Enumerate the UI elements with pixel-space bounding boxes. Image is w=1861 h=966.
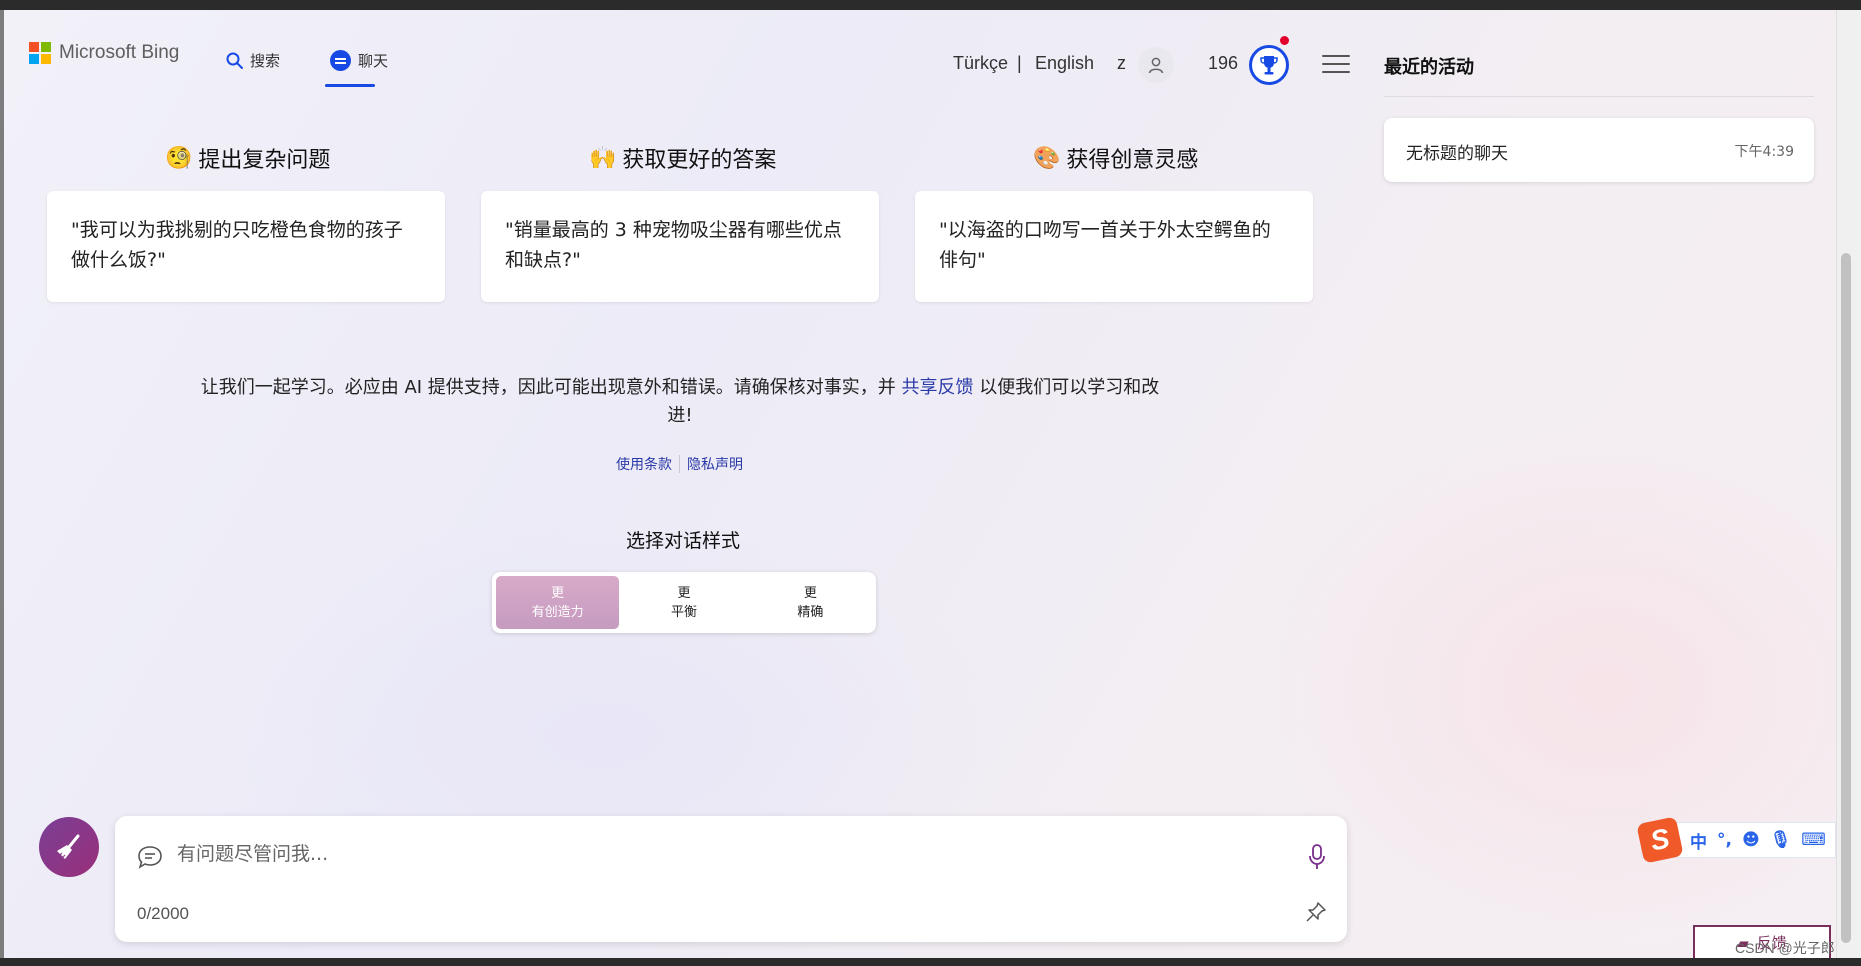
avatar[interactable] xyxy=(1138,47,1174,83)
rewards-button[interactable] xyxy=(1249,45,1289,85)
feature-title-complex: 🧐 提出复杂问题 xyxy=(165,142,330,174)
search-icon xyxy=(226,52,243,69)
chat-input[interactable] xyxy=(177,834,1267,874)
keyboard-icon[interactable]: ⌨ xyxy=(1801,830,1826,850)
trophy-icon xyxy=(1260,56,1278,75)
feature-title-text: 获取更好的答案 xyxy=(622,148,777,173)
user-icon xyxy=(1148,57,1164,74)
chat-composer: 0/2000 xyxy=(115,816,1347,942)
feature-title-text: 提出复杂问题 xyxy=(198,148,331,173)
new-topic-button[interactable] xyxy=(39,817,99,877)
chat-bubble-icon xyxy=(138,846,162,869)
ime-chinese-mode[interactable]: 中 xyxy=(1690,828,1707,853)
example-prompt-card[interactable]: "以海盗的口吻写一首关于外太空鳄鱼的俳句" xyxy=(915,191,1313,302)
privacy-statement-link[interactable]: 隐私声明 xyxy=(687,454,743,474)
share-feedback-link[interactable]: 共享反馈 xyxy=(902,377,974,398)
logo-text: Microsoft Bing xyxy=(59,42,180,63)
divider xyxy=(679,455,680,473)
microsoft-logo-icon xyxy=(29,42,51,64)
feature-title-creative: 🎨 获得创意灵感 xyxy=(1033,142,1198,174)
lang-turkish-link[interactable]: Türkçe xyxy=(953,53,1008,74)
notification-dot xyxy=(1280,36,1289,45)
lang-english-link[interactable]: English xyxy=(1035,53,1094,74)
recent-chat-time: 下午4:39 xyxy=(1734,144,1794,160)
window-bottom-strip xyxy=(0,958,1861,966)
tone-selector: 更 有创造力 更 平衡 更 精确 xyxy=(492,572,876,633)
example-prompt-card[interactable]: "销量最高的 3 种宠物吸尘器有哪些优点和缺点?" xyxy=(481,191,879,302)
scrollbar-thumb[interactable] xyxy=(1841,253,1851,943)
nav-chat-label: 聊天 xyxy=(358,52,389,70)
user-initial[interactable]: z xyxy=(1117,53,1126,74)
tone-balanced-button[interactable]: 更 平衡 xyxy=(622,576,745,629)
recent-activity-title: 最近的活动 xyxy=(1384,57,1474,78)
disclaimer-text: 让我们一起学习。必应由 AI 提供支持，因此可能出现意外和错误。请确保核对事实，… xyxy=(200,377,1160,426)
tone-selector-title: 选择对话样式 xyxy=(626,530,741,552)
legal-links: 使用条款 隐私声明 xyxy=(616,454,743,474)
nav-chat[interactable]: 聊天 xyxy=(330,50,388,71)
example-prompt-card[interactable]: "我可以为我挑剔的只吃橙色食物的孩子做什么饭?" xyxy=(47,191,445,302)
nav-active-indicator xyxy=(325,84,375,87)
recent-chat-item[interactable]: 无标题的聊天 下午4:39 xyxy=(1384,118,1814,182)
voice-icon[interactable]: 🎙 xyxy=(1770,830,1792,850)
tone-creative-button[interactable]: 更 有创造力 xyxy=(496,576,620,629)
broom-icon xyxy=(57,834,80,859)
rewards-points[interactable]: 196 xyxy=(1208,53,1238,74)
nav-search[interactable]: 搜索 xyxy=(226,50,280,71)
feature-title-text: 获得创意灵感 xyxy=(1066,148,1199,173)
window-top-strip xyxy=(0,0,1861,10)
raising-hands-icon: 🙌 xyxy=(589,145,617,171)
hamburger-menu-icon[interactable] xyxy=(1322,55,1350,75)
microphone-icon[interactable] xyxy=(1307,843,1327,871)
palette-icon: 🎨 xyxy=(1033,145,1061,171)
nav-search-label: 搜索 xyxy=(250,52,281,70)
ime-punctuation[interactable]: °, xyxy=(1717,830,1732,850)
bing-logo[interactable]: Microsoft Bing xyxy=(29,42,179,64)
divider xyxy=(1384,96,1814,97)
tone-precise-button[interactable]: 更 精确 xyxy=(749,576,872,629)
terms-of-use-link[interactable]: 使用条款 xyxy=(616,454,672,474)
sogou-ime-logo-icon[interactable]: S xyxy=(1636,816,1684,864)
feature-title-answers: 🙌 获取更好的答案 xyxy=(589,142,776,174)
pin-icon[interactable] xyxy=(1305,901,1327,923)
chat-icon xyxy=(330,50,351,71)
recent-chat-name: 无标题的聊天 xyxy=(1406,144,1508,164)
watermark: CSDN @光子郎 xyxy=(1735,940,1835,956)
character-counter: 0/2000 xyxy=(137,904,189,923)
emoji-icon[interactable]: ☻ xyxy=(1742,830,1760,850)
monocle-face-icon: 🧐 xyxy=(165,145,193,171)
lang-separator: | xyxy=(1017,53,1022,73)
